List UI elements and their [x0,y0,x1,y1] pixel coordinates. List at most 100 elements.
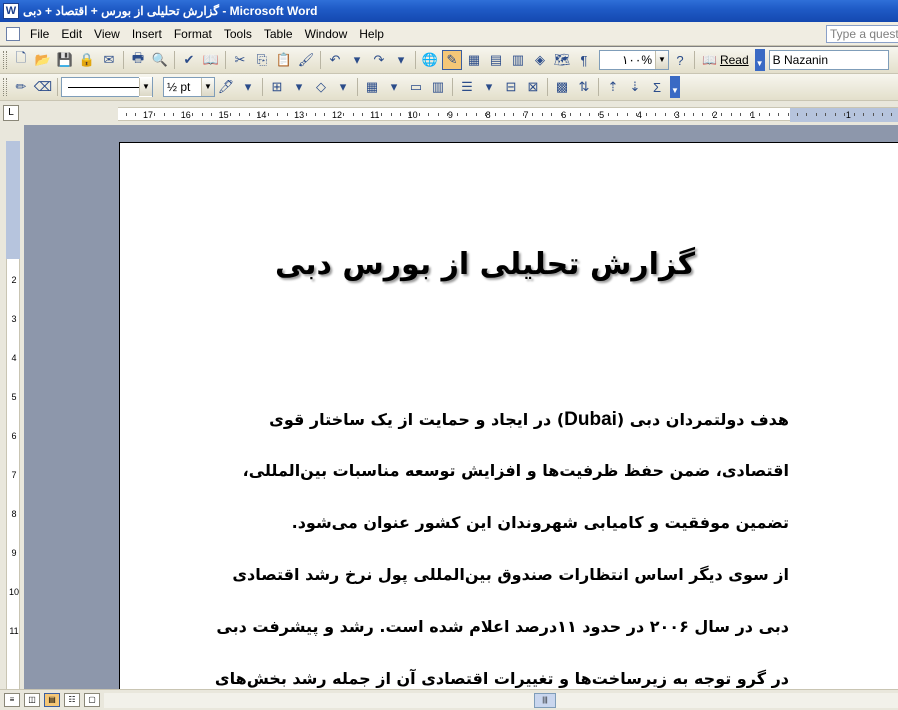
insert-table-icon[interactable]: ▦ [464,50,484,70]
menu-view[interactable]: View [88,27,126,41]
chevron-down-icon[interactable]: ▼ [201,78,214,96]
align-dropdown-icon[interactable]: ▾ [479,77,499,97]
tab-selector-icon[interactable]: L [3,105,19,121]
autosum-icon[interactable]: Σ [647,77,667,97]
line-weight-select[interactable]: ½ pt ▼ [163,77,215,97]
borders-icon[interactable]: ⊞ [267,77,287,97]
print-layout-view-icon[interactable]: ▤ [44,693,60,707]
sort-ascending-icon[interactable]: ⇡ [603,77,623,97]
toolbar-separator [694,51,695,69]
cut-icon[interactable]: ✂ [230,50,250,70]
paste-icon[interactable]: 📋 [274,50,294,70]
document-line[interactable]: تضمین موفقیت و کامیابی شهروندان این کشور… [149,513,789,532]
document-line[interactable]: هدف دولتمردان دبی (Dubai) در ایجاد و حما… [149,409,789,431]
align-icon[interactable]: ☰ [457,77,477,97]
distribute-columns-icon[interactable]: ⊠ [523,77,543,97]
hyperlink-icon[interactable]: 🌐 [420,50,440,70]
zoom-select[interactable]: ۱۰۰% ▼ [599,50,669,70]
document-line[interactable]: دبی در سال ۲۰۰۶ در حدود ۱۱درصد اعلام شده… [149,617,789,636]
spelling-icon[interactable]: ✔ [179,50,199,70]
print-preview-icon[interactable]: 🔍 [150,50,170,70]
insert-table-icon[interactable]: ▦ [362,77,382,97]
reading-layout-view-icon[interactable]: ▢ [84,693,100,707]
email-icon[interactable]: ✉ [99,50,119,70]
research-icon[interactable]: 📖 [201,50,221,70]
sort-descending-icon[interactable]: ⇣ [625,77,645,97]
toolbar-grip[interactable] [3,51,7,69]
pilcrow-icon[interactable]: ¶ [574,50,594,70]
help-icon[interactable]: ? [670,50,690,70]
border-color-dropdown-icon[interactable]: ▾ [238,77,258,97]
undo-icon[interactable]: ↶ [325,50,345,70]
open-folder-icon[interactable]: 📂 [33,50,53,70]
split-cells-icon[interactable]: ▥ [428,77,448,97]
ask-question-input[interactable]: Type a question [826,25,898,43]
border-color-icon[interactable]: 🖊 [216,77,236,97]
vertical-ruler[interactable]: 211234567891011 [0,125,24,689]
shading-icon[interactable]: ◇ [311,77,331,97]
eraser-icon[interactable]: ⌫ [33,77,53,97]
document-area[interactable]: گزارش تحلیلی از بورس دبی هدف دولتمردان د… [24,125,898,689]
chevron-down-icon[interactable]: ▼ [139,78,152,96]
chevron-down-icon[interactable]: ▼ [655,51,668,69]
document-line[interactable]: از سوی دیگر اساس انتظارات صندوق بین‌المل… [149,565,789,584]
menu-table[interactable]: Table [258,27,299,41]
word-app-icon[interactable]: W [3,3,19,19]
autoformat-icon[interactable]: ▩ [552,77,572,97]
menu-format[interactable]: Format [168,27,218,41]
columns-icon[interactable]: ▥ [508,50,528,70]
toolbar-grip[interactable] [3,78,7,96]
shading-dropdown-icon[interactable]: ▾ [333,77,353,97]
toolbar-options-chevron-icon[interactable]: ▼ [670,76,680,98]
line-style-select[interactable]: ▼ [61,77,153,97]
horizontal-scrollbar[interactable]: ||| [104,693,898,708]
merge-cells-icon[interactable]: ▭ [406,77,426,97]
document-page[interactable]: گزارش تحلیلی از بورس دبی هدف دولتمردان د… [119,142,898,689]
print-icon[interactable]: 🖶 [128,50,148,70]
format-painter-icon[interactable]: 🖌 [296,50,316,70]
ruler-tick [447,113,448,116]
menu-window[interactable]: Window [299,27,354,41]
horizontal-ruler[interactable]: L 17 16 15 14 13 12 11 10 9 8 7 6 5 4 3 2 1 1 [0,101,898,125]
distribute-rows-icon[interactable]: ⊟ [501,77,521,97]
undo-dropdown-icon[interactable]: ▾ [347,50,367,70]
save-icon[interactable]: 💾 [55,50,75,70]
toolbar-separator [57,78,58,96]
menu-file[interactable]: File [24,27,55,41]
document-line[interactable]: اقتصادی، ضمن حفظ ظرفیت‌ها و افزایش توسعه… [149,461,789,480]
ruler-number: 2 [712,110,718,120]
permission-icon[interactable]: 🔒 [77,50,97,70]
text-direction-icon[interactable]: ⇅ [574,77,594,97]
ruler-strip[interactable]: 17 16 15 14 13 12 11 10 9 8 7 6 5 4 3 2 1 1 [118,107,898,122]
normal-view-icon[interactable]: ≡ [4,693,20,707]
draw-table-icon[interactable]: ✏ [11,77,31,97]
new-document-icon[interactable]: 🗋 [11,50,31,70]
menu-edit[interactable]: Edit [55,27,88,41]
font-select[interactable]: B Nazanin [768,50,889,70]
drawing-toggle-icon[interactable]: ✎ [442,50,462,70]
document-title[interactable]: گزارش تحلیلی از بورس دبی [120,247,850,282]
insert-table-dropdown-icon[interactable]: ▾ [384,77,404,97]
redo-icon[interactable]: ↷ [369,50,389,70]
toolbar-options-chevron-icon[interactable]: ▼ [754,49,765,71]
scrollbar-thumb[interactable]: ||| [534,693,556,708]
outline-view-icon[interactable]: ☷ [64,693,80,707]
redo-dropdown-icon[interactable]: ▾ [391,50,411,70]
menu-help[interactable]: Help [353,27,390,41]
document-icon[interactable] [6,26,20,41]
insert-excel-icon[interactable]: ▤ [486,50,506,70]
borders-dropdown-icon[interactable]: ▾ [289,77,309,97]
document-line[interactable]: در گرو توجه به زیرساخت‌ها و تغییرات اقتص… [149,669,789,688]
menu-tools[interactable]: Tools [218,27,258,41]
menu-insert[interactable]: Insert [126,27,168,41]
read-button[interactable]: 📖 Read [698,53,753,67]
zoom-value: ۱۰۰% [621,53,652,67]
drawing-icon[interactable]: ◈ [530,50,550,70]
web-layout-view-icon[interactable]: ◫ [24,693,40,707]
toolbar-separator [225,51,226,69]
vertical-ruler-number: 7 [11,470,17,480]
ruler-tick [381,113,382,116]
document-map-icon[interactable]: 🗺 [552,50,572,70]
copy-icon[interactable]: ⎘ [252,50,272,70]
menu-bar: File Edit View Insert Format Tools Table… [0,22,898,46]
